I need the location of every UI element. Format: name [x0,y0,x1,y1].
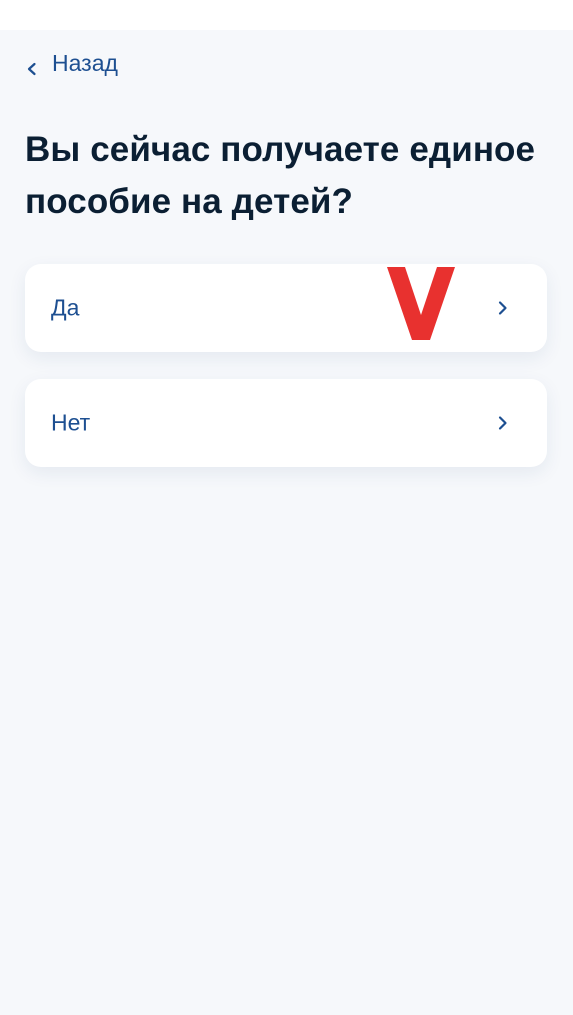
back-link-label: Назад [52,50,118,76]
option-no-label: Нет [51,409,91,436]
chevron-left-icon [24,56,40,75]
option-yes[interactable]: Да [25,264,547,352]
page-title: Вы сейчас получаете единое пособие на де… [25,130,536,221]
chevron-right-icon [497,300,509,316]
option-yes-label: Да [51,294,80,321]
red-v-checkmark-icon [385,265,457,341]
back-link[interactable]: Назад [24,50,118,77]
top-strip [0,0,573,30]
chevron-right-icon [497,415,509,431]
option-no[interactable]: Нет [25,379,547,467]
